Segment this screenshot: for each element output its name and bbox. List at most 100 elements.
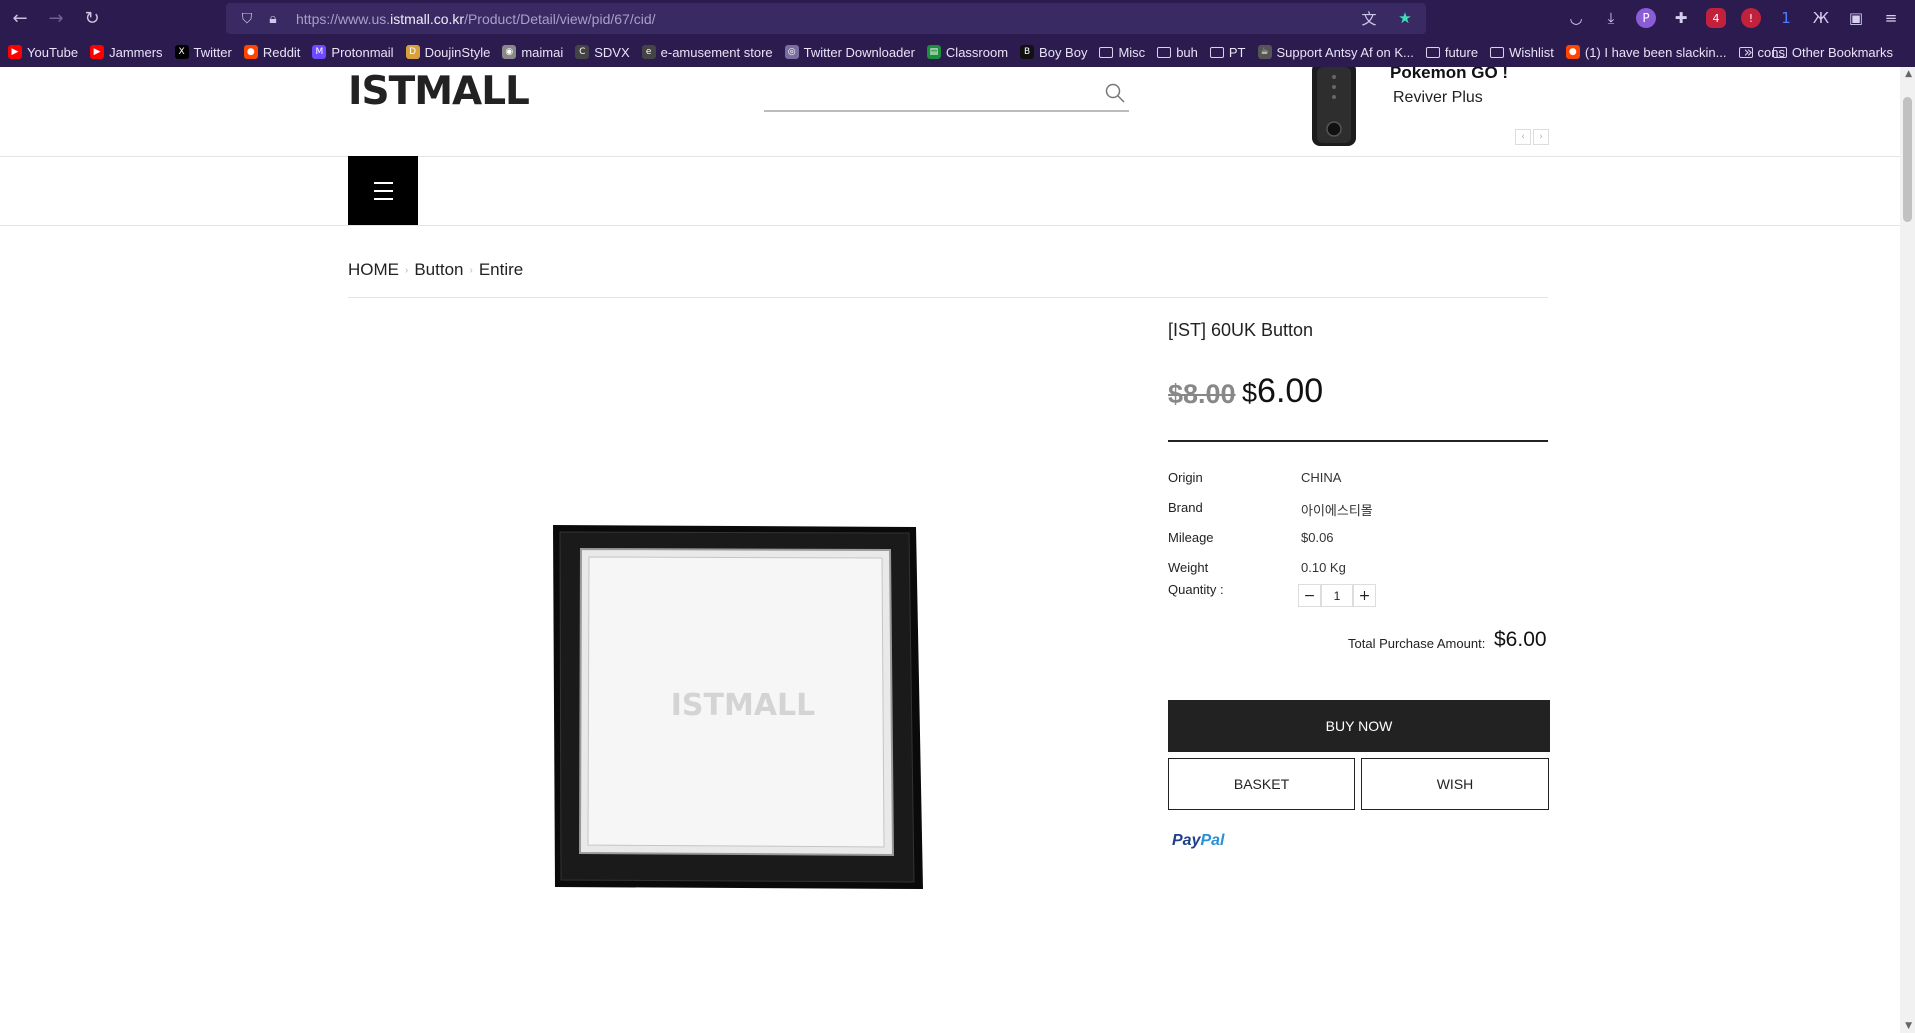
scroll-thumb[interactable] — [1903, 97, 1912, 222]
bitwarden-icon[interactable]: 1 — [1772, 4, 1800, 32]
breadcrumb-entire[interactable]: Entire — [479, 260, 523, 280]
basket-button[interactable]: BASKET — [1168, 758, 1355, 810]
other-bookmarks[interactable]: Other Bookmarks — [1772, 44, 1893, 60]
bookmark-17[interactable]: Wishlist — [1490, 45, 1554, 60]
scrollbar[interactable]: ▲ ▼ — [1900, 67, 1915, 1033]
bookmark-18[interactable]: ● (1) I have been slackin... — [1565, 45, 1727, 60]
increment-button[interactable]: + — [1353, 584, 1376, 607]
bookmark-6[interactable]: ◉ maimai — [502, 45, 563, 60]
scroll-up-icon[interactable]: ▲ — [1905, 69, 1912, 79]
url-bar[interactable]: ⛉ 🔒︎ https://www.us.istmall.co.kr/Produc… — [226, 3, 1426, 34]
promo-title[interactable]: Pokemon GO ! — [1390, 67, 1508, 83]
translate-icon[interactable]: 文 — [1356, 5, 1382, 31]
eamusement-icon: e — [641, 45, 656, 59]
bookmark-label: Twitter — [193, 44, 232, 60]
spec-value-weight: 0.10 Kg — [1301, 560, 1346, 575]
bookmark-13[interactable]: buh — [1157, 45, 1198, 60]
spec-value-origin: CHINA — [1301, 470, 1342, 485]
pocket-icon[interactable]: ◡ — [1562, 4, 1590, 32]
lastpass-icon[interactable]: ! — [1741, 8, 1761, 28]
quantity-input[interactable]: 1 — [1321, 584, 1353, 607]
extensions-icon[interactable]: ✚ — [1667, 4, 1695, 32]
bookmark-label: future — [1444, 44, 1479, 60]
product-title: [IST] 60UK Button — [1168, 320, 1314, 340]
breadcrumb-button[interactable]: Button — [414, 260, 463, 280]
sidebar-ext-icon[interactable]: ▣ — [1842, 4, 1870, 32]
breadcrumb-home[interactable]: HOME — [348, 260, 399, 280]
protonmail-icon: M — [312, 45, 327, 59]
reload-icon[interactable]: ↻ — [74, 1, 110, 37]
wish-button[interactable]: WISH — [1361, 758, 1549, 810]
hamburger-menu-button[interactable] — [348, 156, 418, 225]
decrement-button[interactable]: − — [1298, 584, 1321, 607]
menu-icon[interactable]: ≡ — [1877, 4, 1905, 32]
back-icon[interactable]: ← — [2, 1, 38, 37]
forward-icon[interactable]: → — [38, 1, 74, 37]
paypal-button[interactable]: PayPal — [1172, 832, 1224, 850]
spec-label-mileage: Mileage — [1168, 530, 1214, 545]
folder-icon — [1490, 46, 1505, 58]
bookmarks-bar: ▶ YouTube ▶ Jammers X Twitter ● Reddit M Protonma… — [0, 37, 1915, 67]
ublock-icon[interactable]: 4 — [1706, 8, 1726, 28]
bookmark-7[interactable]: C SDVX — [575, 45, 630, 60]
breadcrumb-separator: › — [405, 264, 409, 276]
boyboy-icon: B — [1020, 45, 1035, 59]
total-value: $6.00 — [1494, 628, 1547, 651]
translate-ext-icon[interactable]: Ж — [1807, 4, 1835, 32]
promo-product-image[interactable] — [1309, 67, 1359, 150]
bookmark-label: e-amusement store — [660, 44, 773, 60]
lock-icon[interactable]: 🔒︎ — [260, 6, 286, 32]
sdvx-icon: C — [575, 45, 590, 59]
divider — [348, 297, 1548, 298]
bookmarks-overflow: » Other Bookmarks — [1744, 37, 1905, 67]
buy-now-button[interactable]: BUY NOW — [1168, 700, 1550, 752]
search-input[interactable] — [764, 77, 1129, 112]
bookmark-14[interactable]: PT — [1209, 45, 1246, 60]
x-icon: X — [174, 45, 189, 59]
bookmark-5[interactable]: D DoujinStyle — [405, 45, 490, 60]
profile-icon[interactable]: P — [1636, 8, 1656, 28]
bookmark-star-icon[interactable]: ★ — [1392, 5, 1418, 31]
bookmark-12[interactable]: Misc — [1099, 45, 1145, 60]
search-icon[interactable] — [1105, 83, 1125, 103]
promo-arrows: ‹ › — [1515, 129, 1549, 145]
bookmark-11[interactable]: B Boy Boy — [1020, 45, 1087, 60]
bookmark-label: Jammers — [109, 44, 163, 60]
divider — [1168, 440, 1548, 442]
bookmark-label: Support Antsy Af on K... — [1276, 44, 1414, 60]
chevron-right-icon[interactable]: » — [1744, 43, 1753, 61]
folder-icon — [1099, 46, 1114, 58]
bookmark-label: Twitter Downloader — [803, 44, 915, 60]
spec-label-brand: Brand — [1168, 500, 1203, 515]
quantity-stepper: − 1 + — [1298, 584, 1376, 607]
bookmark-label: maimai — [521, 44, 564, 60]
bookmark-4[interactable]: M Protonmail — [312, 45, 394, 60]
bookmark-2[interactable]: X Twitter — [174, 44, 232, 60]
spec-value-mileage: $0.06 — [1301, 530, 1334, 545]
folder-icon — [1209, 46, 1224, 58]
bookmark-3[interactable]: ● Reddit — [243, 45, 300, 60]
folder-icon — [1157, 46, 1172, 58]
bookmark-0[interactable]: ▶ YouTube — [8, 45, 78, 60]
folder-icon — [1772, 46, 1787, 58]
product-image[interactable]: ISTMALL — [553, 525, 923, 889]
promo-next-icon[interactable]: › — [1533, 129, 1549, 145]
bookmark-label: Other Bookmarks — [1791, 44, 1893, 60]
divider — [0, 225, 1900, 226]
shield-icon[interactable]: ⛉ — [234, 6, 260, 32]
reddit-icon: ● — [1565, 45, 1580, 59]
promo-subtitle[interactable]: Reviver Plus — [1393, 89, 1483, 107]
bookmark-1[interactable]: ▶ Jammers — [90, 44, 163, 60]
scroll-down-icon[interactable]: ▼ — [1905, 1021, 1912, 1031]
url-text[interactable]: https://www.us.istmall.co.kr/Product/Det… — [296, 11, 656, 27]
bookmark-16[interactable]: future — [1425, 44, 1479, 60]
bookmark-10[interactable]: ▤ Classroom — [926, 44, 1009, 60]
bookmark-label: Classroom — [945, 44, 1009, 60]
downloads-icon[interactable]: ⤓ — [1597, 4, 1625, 32]
site-logo[interactable]: ISTMALL — [348, 69, 530, 114]
browser-toolbar: ← → ↻ ⛉ 🔒︎ https://www.us.istmall.co.kr/… — [0, 0, 1915, 37]
bookmark-15[interactable]: ☕ Support Antsy Af on K... — [1257, 44, 1414, 60]
promo-prev-icon[interactable]: ‹ — [1515, 129, 1531, 145]
bookmark-9[interactable]: ◎ Twitter Downloader — [784, 44, 915, 60]
bookmark-8[interactable]: e e-amusement store — [641, 44, 773, 60]
